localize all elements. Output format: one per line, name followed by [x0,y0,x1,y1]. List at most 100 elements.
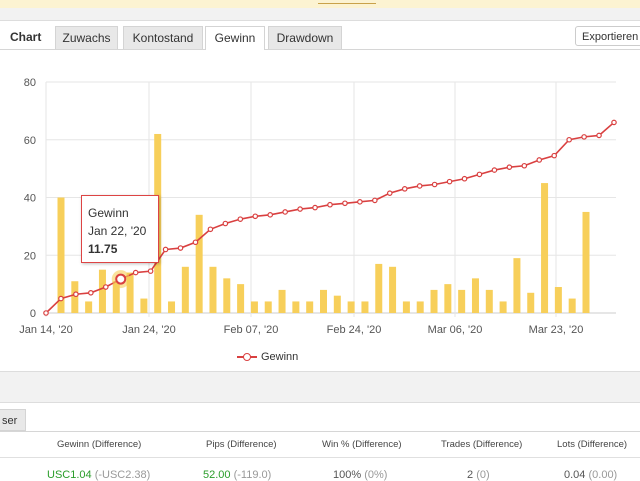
profit-bar [85,301,93,313]
tab-kontostand[interactable]: Kontostand [123,26,203,49]
cell-gewinn: USC1.04 (-USC2.38) [47,469,150,481]
x-tick-label: Jan 14, '20 [19,324,72,336]
table-row-divider [0,457,640,458]
line-point [566,136,572,143]
line-point [476,171,483,178]
gewinn-value: USC1.04 [47,469,92,481]
profit-bar [168,301,176,313]
line-point [252,213,259,220]
x-tick-label: Jan 24, '20 [122,324,175,336]
line-point [327,201,333,208]
line-point [132,269,139,276]
line-point [581,134,587,140]
profit-bar [237,284,245,313]
profit-bar [333,295,341,313]
x-tick-label: Feb 24, '20 [327,324,382,336]
profit-bar [430,289,438,313]
profit-bar [444,284,452,313]
trades-diff: (0) [476,469,490,481]
line-point [177,245,184,251]
line-point [267,212,274,218]
profit-bar [402,301,410,313]
profit-bar [513,258,521,313]
tab-zuwachs[interactable]: Zuwachs [55,26,118,49]
chart-legend[interactable]: Gewinn [237,351,298,363]
line-point [342,200,348,207]
pips-value: 52.00 [203,469,231,481]
y-tick-label: 40 [24,193,36,205]
line-point [536,157,543,163]
line-point [207,226,214,233]
profit-bar [554,287,562,313]
profit-bar [485,289,493,313]
tab-ser[interactable]: ser [0,409,26,431]
highlighted-point [115,273,127,285]
profit-bar [57,197,65,313]
profit-bar [292,301,300,313]
line-point [431,181,438,188]
y-tick-label: 80 [24,77,36,89]
header-pips: Pips (Difference) [206,439,277,450]
legend-label: Gewinn [261,351,299,363]
x-tick-label: Mar 06, '20 [428,324,483,336]
y-tick-label: 60 [24,135,36,147]
profit-bar [140,298,148,313]
profit-bar [499,301,507,313]
legend-marker-icon [237,352,257,362]
line-point [372,197,378,204]
line-point [73,291,79,298]
line-point [461,175,468,182]
profit-bar [195,214,203,313]
profit-bar [375,263,383,313]
profit-bar [320,289,327,313]
line-point [521,162,528,169]
line-point [147,268,154,274]
trades-value: 2 [467,469,474,481]
header-lots: Lots (Difference) [557,439,628,450]
tab-drawdown[interactable]: Drawdown [268,26,342,49]
chart-section-title: Chart [10,30,42,44]
lots-diff: (0.00) [588,469,618,481]
divider [0,431,640,432]
profit-bar [181,266,189,313]
profit-bar [209,266,217,313]
tooltip-series: Gewinn [88,206,129,220]
notification-link[interactable] [318,0,376,4]
x-tick-label: Mar 23, '20 [529,324,584,336]
profit-bar [527,292,535,313]
profit-bar [471,278,479,313]
line-point [43,310,49,316]
profit-bar [98,269,106,313]
line-point [192,239,199,246]
notification-bar [0,0,640,8]
cell-pips: 52.00 (-119.0) [203,469,271,481]
chart-tooltip: Gewinn Jan 22, '20 11.75 [81,195,159,263]
line-point [401,186,408,192]
line-point [357,199,363,205]
line-point [611,119,617,126]
line-point [491,167,498,173]
line-point [596,132,602,139]
profit-bar [306,301,314,313]
pips-diff: (-119.0) [233,469,272,481]
profit-bar [568,298,576,313]
profit-bar [389,266,397,313]
line-point [551,152,558,159]
chart-tab-bar: Chart Zuwachs Kontostand Gewinn Drawdown… [0,21,640,50]
export-button[interactable]: Exportieren [575,26,640,46]
tooltip-date: Jan 22, '20 [88,224,147,238]
line-point [506,164,513,170]
line-point [416,183,423,189]
lots-value: 0.04 [564,469,586,481]
line-point [312,204,318,211]
tab-gewinn[interactable]: Gewinn [205,26,265,50]
profit-bar [416,301,424,313]
cell-win: 100% (0%) [333,469,387,481]
line-point [58,295,64,302]
profit-bar [223,278,231,313]
profit-bar [458,289,466,313]
line-point [297,206,303,212]
profit-bar [264,301,272,313]
header-trades: Trades (Difference) [441,439,523,450]
tooltip-value: 11.75 [88,242,118,256]
